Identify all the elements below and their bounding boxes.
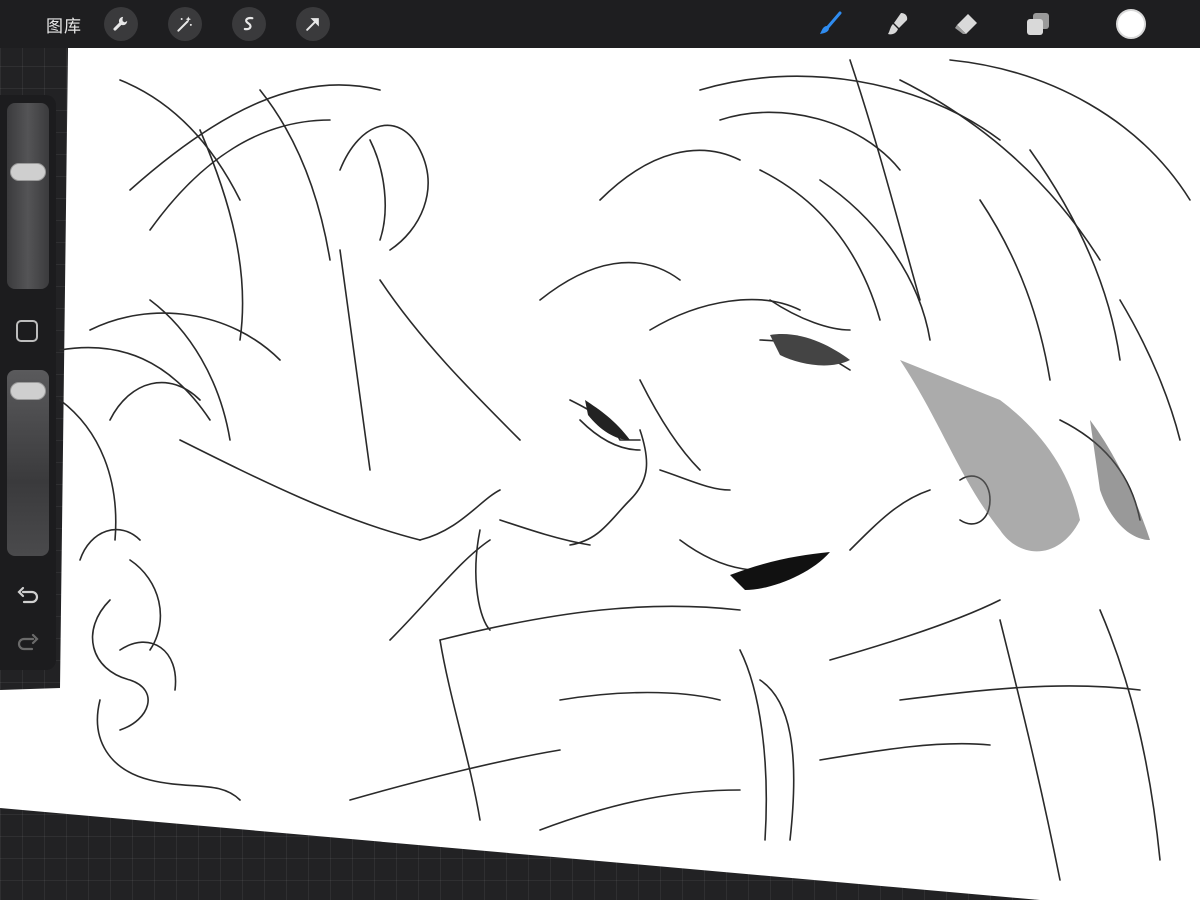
smudge-icon (888, 13, 908, 35)
drawing-canvas[interactable] (0, 48, 1200, 900)
brush-tool-button[interactable] (814, 8, 846, 40)
brush-size-thumb[interactable] (10, 163, 46, 181)
brush-icon (820, 11, 842, 34)
selection-button[interactable] (232, 7, 266, 41)
redo-button[interactable] (15, 630, 41, 656)
eraser-tool-button[interactable] (950, 8, 982, 40)
wrench-icon (113, 16, 128, 31)
top-toolbar: 图库 (0, 0, 1200, 48)
actions-button[interactable] (104, 7, 138, 41)
layers-button[interactable] (1022, 8, 1054, 40)
opacity-slider[interactable] (7, 370, 49, 556)
left-sidebar (0, 95, 56, 670)
layers-icon (1027, 13, 1049, 35)
brush-size-slider[interactable] (7, 103, 49, 289)
transform-button[interactable] (296, 7, 330, 41)
opacity-thumb[interactable] (10, 382, 46, 400)
color-picker-button[interactable] (1116, 9, 1146, 39)
gallery-button[interactable]: 图库 (46, 12, 82, 37)
adjustments-button[interactable] (168, 7, 202, 41)
undo-icon (17, 586, 39, 604)
redo-icon (17, 633, 39, 651)
selection-icon (243, 16, 254, 31)
smudge-tool-button[interactable] (882, 8, 914, 40)
modify-button[interactable] (16, 320, 38, 342)
magic-wand-icon (177, 16, 192, 32)
undo-button[interactable] (15, 585, 41, 611)
eraser-icon (955, 14, 977, 34)
transform-arrow-icon (306, 18, 319, 31)
